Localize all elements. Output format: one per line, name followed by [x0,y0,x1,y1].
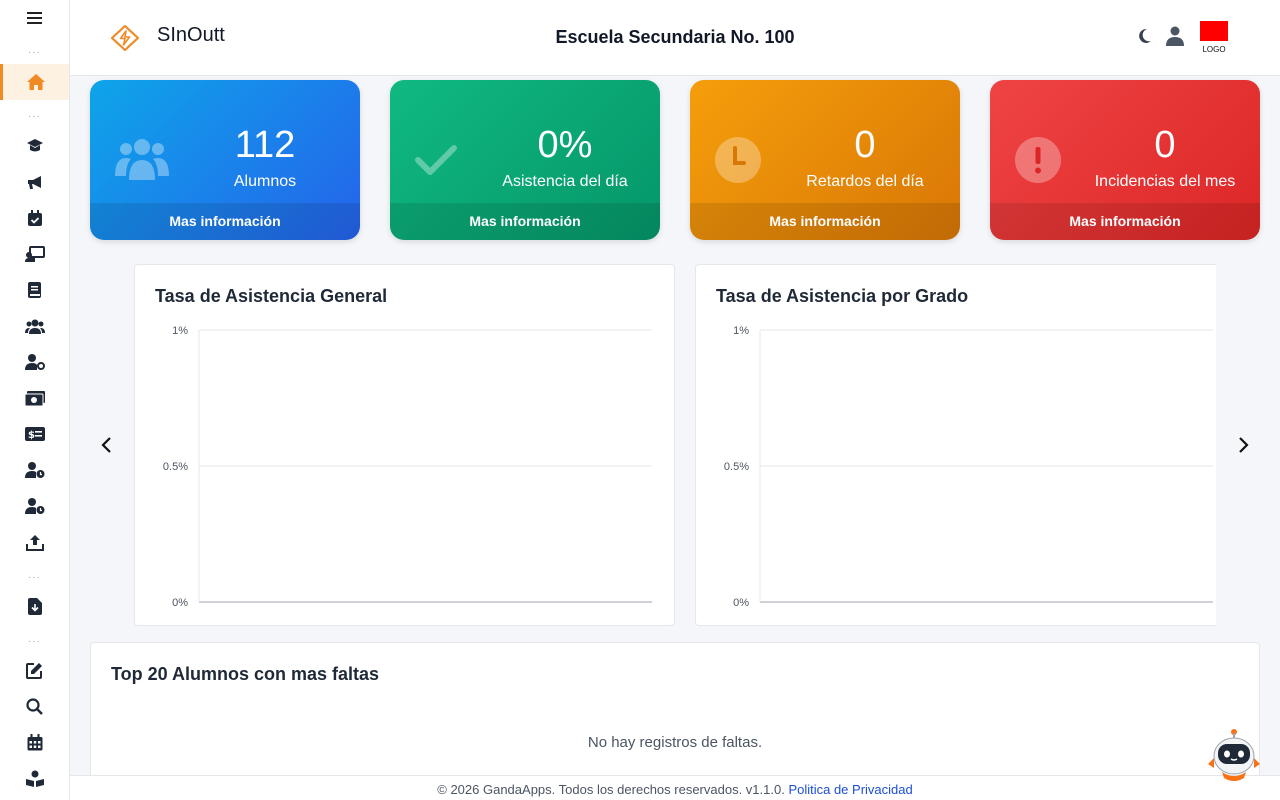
users-icon [114,134,170,187]
sidebar-item-billing[interactable]: $ [0,416,69,452]
stat-value: 112 [234,124,296,166]
sidebar-item-search[interactable] [0,688,69,724]
theme-toggle-button[interactable] [1138,28,1152,49]
check-icon [414,134,458,187]
sidebar-item-schedules[interactable] [0,488,69,524]
user-menu-button[interactable] [1166,26,1184,51]
stat-value: 0 [854,124,876,166]
user-clock-icon [24,462,44,478]
users-icon [24,319,45,334]
edit-icon [26,662,42,679]
logo-text: LOGO [1202,45,1226,54]
logo-box [1200,21,1228,41]
carousel-next-button[interactable] [1236,435,1250,460]
sidebar-item-reports[interactable] [0,588,69,624]
chevron-left-icon [101,437,111,453]
stat-value: 0 [1154,124,1176,166]
chart-panel-by-grade: Tasa de Asistencia por Grado 1% 0.5% 0% [695,264,1216,626]
top20-panel: Top 20 Alumnos con mas faltas No hay reg… [90,642,1260,782]
search-icon [26,697,43,715]
stat-label: Asistencia del día [502,173,628,190]
home-icon [27,74,45,90]
upload-icon [25,534,44,551]
book-icon [27,281,41,298]
y-tick-label: 0.5% [724,461,749,473]
moon-icon [1139,28,1151,43]
sidebar-item-late-arrivals[interactable] [0,452,69,488]
sidebar-item-teachers[interactable] [0,236,69,272]
stat-card-late: 0 Retardos del día Mas información [690,80,960,240]
carousel-prev-button[interactable] [100,435,114,460]
more-info-link[interactable]: Mas información [90,203,360,240]
sidebar-item-groups[interactable] [0,308,69,344]
money-check-icon: $ [24,427,45,441]
svg-text:$: $ [28,430,35,441]
school-name: Escuela Secundaria No. 100 [555,27,795,47]
user-icon [1166,26,1184,46]
stat-value: 0% [537,124,593,166]
y-tick-label: 0% [733,597,749,609]
sidebar-separator: ··· [28,111,41,122]
copyright-text: © 2026 GandaApps. Todos los derechos res… [437,782,789,797]
robot-icon [1208,729,1260,781]
page-footer: © 2026 GandaApps. Todos los derechos res… [70,775,1280,800]
sidebar-item-edit[interactable] [0,652,69,688]
stat-card-incidents: 0 Incidencias del mes Mas información [990,80,1260,240]
school-logo: LOGO [1200,21,1228,54]
sidebar-separator: ··· [28,572,41,583]
y-tick-label: 0% [172,597,188,609]
stat-card-students: 112 Alumnos Mas información [90,80,360,240]
sidebar-item-reading[interactable] [0,760,69,796]
more-info-link[interactable]: Mas información [690,203,960,240]
user-clock-icon-2 [24,498,44,514]
chart-panel-general: Tasa de Asistencia General 1% 0.5% 0% [134,264,675,626]
sidebar-separator: ··· [28,636,41,647]
top20-empty-message: No hay registros de faltas. [587,734,763,751]
sidebar-item-calendar[interactable] [0,724,69,760]
attendance-general-chart: 1% 0.5% 0% [163,325,652,609]
privacy-policy-link[interactable]: Politica de Privacidad [788,782,912,797]
menu-toggle-button[interactable] [0,0,69,36]
chart-clip: Tasa de Asistencia por Grado 1% 0.5% 0% [695,264,1216,626]
sidebar-item-upload[interactable] [0,524,69,560]
y-tick-label: 0.5% [163,461,188,473]
top-header: SInOutt Escuela Secundaria No. 100 LOGO [70,0,1280,76]
sidebar-separator: ··· [28,47,41,58]
megaphone-icon [27,176,41,189]
stat-label: Incidencias del mes [1094,173,1236,190]
user-gear-icon [24,354,45,370]
graduation-cap-icon [26,139,43,152]
chevron-right-icon [1239,437,1249,453]
money-icon [24,390,45,406]
sidebar-item-students[interactable] [0,128,69,164]
chalkboard-teacher-icon [24,246,45,262]
top20-title: Top 20 Alumnos con mas faltas [111,664,380,684]
sidebar-item-payments[interactable] [0,380,69,416]
more-info-link[interactable]: Mas información [390,203,660,240]
menu-icon [26,12,42,24]
attendance-by-grade-chart: 1% 0.5% 0% [724,325,1213,609]
stat-label: Retardos del día [806,173,924,190]
y-tick-label: 1% [733,325,749,337]
calendar-check-icon [27,209,42,226]
sidebar-item-users-admin[interactable] [0,344,69,380]
sidebar-item-announcements[interactable] [0,164,69,200]
more-info-link[interactable]: Mas información [990,203,1260,240]
alert-icon [1014,134,1062,189]
clock-icon [714,134,762,189]
y-tick-label: 1% [172,325,188,337]
stat-label: Alumnos [233,173,297,190]
stat-card-attendance: 0% Asistencia del día Mas información [390,80,660,240]
sidebar-item-home[interactable] [0,64,69,100]
sidebar-item-attendance[interactable] [0,200,69,236]
chatbot-button[interactable] [1206,728,1262,789]
sidebar-item-subjects[interactable] [0,272,69,308]
reader-icon [25,770,44,787]
calendar-icon [27,733,42,750]
file-download-icon [27,597,42,615]
sidebar: ··· ··· $ ··· ··· [0,0,70,800]
